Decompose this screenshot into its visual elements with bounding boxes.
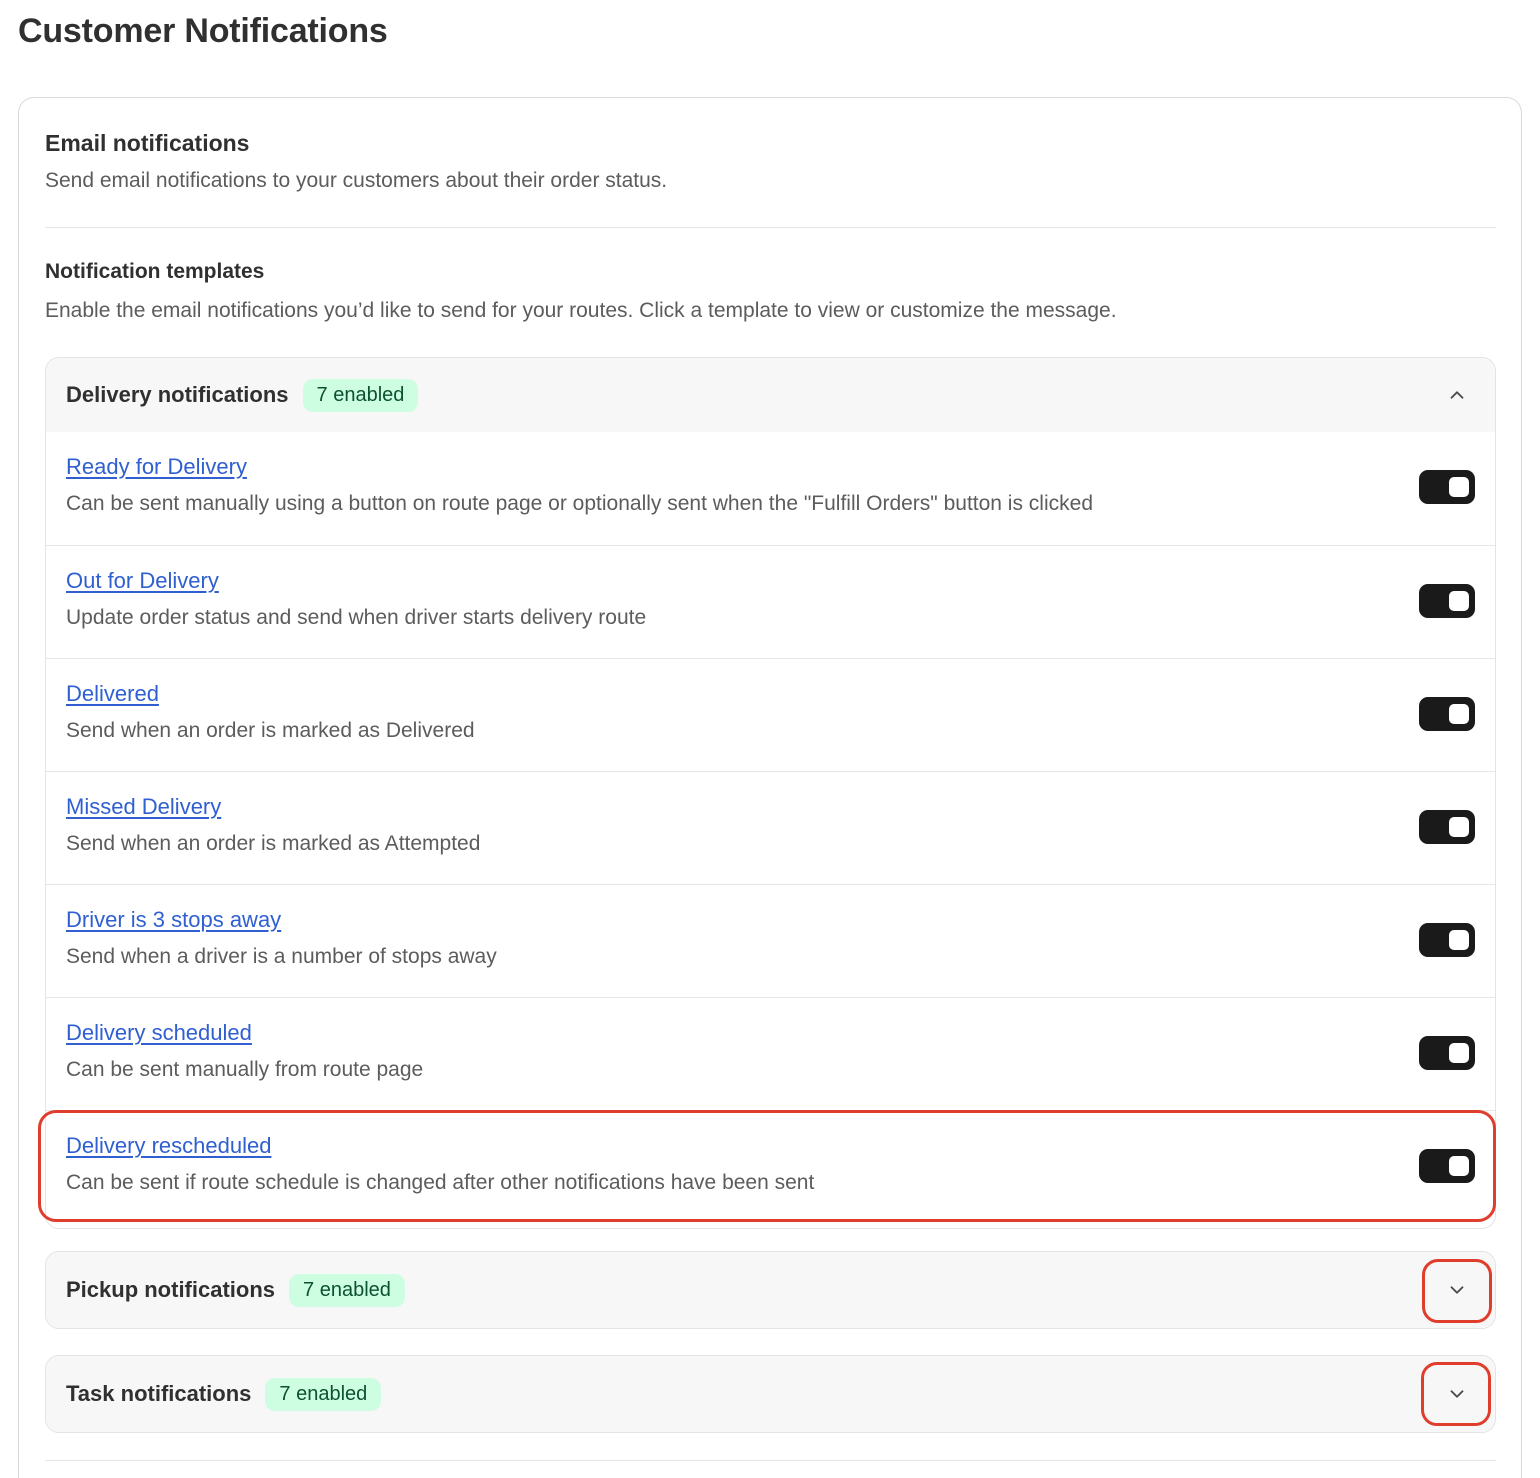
pickup-notifications-header[interactable]: Pickup notifications 7 enabled xyxy=(46,1252,1495,1328)
template-row-delivery-rescheduled: Delivery rescheduled Can be sent if rout… xyxy=(46,1110,1495,1223)
template-description: Can be sent if route schedule is changed… xyxy=(66,1171,815,1194)
toggle-missed-delivery[interactable] xyxy=(1419,810,1475,844)
delivery-template-list: Ready for Delivery Can be sent manually … xyxy=(46,432,1495,1223)
toggle-driver-stops-away[interactable] xyxy=(1419,923,1475,957)
task-notifications-group: Task notifications 7 enabled xyxy=(45,1355,1496,1433)
template-link-out-for-delivery[interactable]: Out for Delivery xyxy=(66,568,219,594)
toggle-ready-for-delivery[interactable] xyxy=(1419,470,1475,504)
toggle-delivery-rescheduled[interactable] xyxy=(1419,1149,1475,1183)
email-notifications-description: Send email notifications to your custome… xyxy=(45,169,668,192)
template-row-missed-delivery: Missed Delivery Send when an order is ma… xyxy=(46,771,1495,884)
email-notifications-heading: Email notifications xyxy=(45,130,250,156)
chevron-down-icon xyxy=(1450,1390,1464,1398)
template-link-driver-stops-away[interactable]: Driver is 3 stops away xyxy=(66,907,281,933)
template-link-ready-for-delivery[interactable]: Ready for Delivery xyxy=(66,454,247,480)
toggle-knob xyxy=(1449,817,1469,837)
toggle-knob xyxy=(1449,1156,1469,1176)
delivery-notifications-header[interactable]: Delivery notifications 7 enabled xyxy=(46,358,1495,432)
toggle-knob xyxy=(1449,704,1469,724)
template-description: Send when an order is marked as Attempte… xyxy=(66,832,481,855)
notification-templates-heading: Notification templates xyxy=(45,260,265,283)
toggle-delivered[interactable] xyxy=(1419,697,1475,731)
template-link-delivery-rescheduled[interactable]: Delivery rescheduled xyxy=(66,1133,271,1159)
template-description: Send when an order is marked as Delivere… xyxy=(66,719,475,742)
template-description: Send when a driver is a number of stops … xyxy=(66,945,497,968)
template-link-missed-delivery[interactable]: Missed Delivery xyxy=(66,794,221,820)
task-notifications-header[interactable]: Task notifications 7 enabled xyxy=(46,1356,1495,1432)
email-notifications-card: Email notifications Send email notificat… xyxy=(18,97,1522,1478)
template-description: Can be sent manually using a button on r… xyxy=(66,492,1094,515)
template-row-ready-for-delivery: Ready for Delivery Can be sent manually … xyxy=(46,432,1495,545)
delivery-notifications-group: Delivery notifications 7 enabled Ready f… xyxy=(45,357,1496,1229)
template-row-out-for-delivery: Out for Delivery Update order status and… xyxy=(46,545,1495,658)
collapse-delivery-button[interactable] xyxy=(1437,375,1477,415)
template-link-delivered[interactable]: Delivered xyxy=(66,681,159,707)
toggle-knob xyxy=(1449,477,1469,497)
template-row-driver-stops-away: Driver is 3 stops away Send when a drive… xyxy=(46,884,1495,997)
divider xyxy=(45,227,1496,228)
toggle-out-for-delivery[interactable] xyxy=(1419,584,1475,618)
toggle-knob xyxy=(1449,930,1469,950)
chevron-down-icon xyxy=(1450,1286,1464,1294)
toggle-knob xyxy=(1449,1043,1469,1063)
template-description: Can be sent manually from route page xyxy=(66,1058,424,1081)
template-row-delivered: Delivered Send when an order is marked a… xyxy=(46,658,1495,771)
task-notifications-title: Task notifications xyxy=(66,1381,252,1406)
notification-templates-description: Enable the email notifications you’d lik… xyxy=(45,299,1117,322)
task-enabled-badge: 7 enabled xyxy=(265,1377,382,1411)
toggle-delivery-scheduled[interactable] xyxy=(1419,1036,1475,1070)
toggle-knob xyxy=(1449,591,1469,611)
pickup-notifications-group: Pickup notifications 7 enabled xyxy=(45,1251,1496,1329)
page-title: Customer Notifications xyxy=(18,12,388,50)
chevron-up-icon xyxy=(1450,391,1464,399)
delivery-notifications-title: Delivery notifications xyxy=(66,382,289,407)
template-description: Update order status and send when driver… xyxy=(66,606,647,629)
template-link-delivery-scheduled[interactable]: Delivery scheduled xyxy=(66,1020,252,1046)
expand-pickup-button[interactable] xyxy=(1437,1270,1477,1310)
pickup-notifications-title: Pickup notifications xyxy=(66,1277,276,1302)
divider xyxy=(45,1460,1496,1461)
pickup-enabled-badge: 7 enabled xyxy=(289,1273,405,1307)
delivery-enabled-badge: 7 enabled xyxy=(302,378,419,412)
template-row-delivery-scheduled: Delivery scheduled Can be sent manually … xyxy=(46,997,1495,1110)
expand-task-button[interactable] xyxy=(1437,1374,1477,1414)
